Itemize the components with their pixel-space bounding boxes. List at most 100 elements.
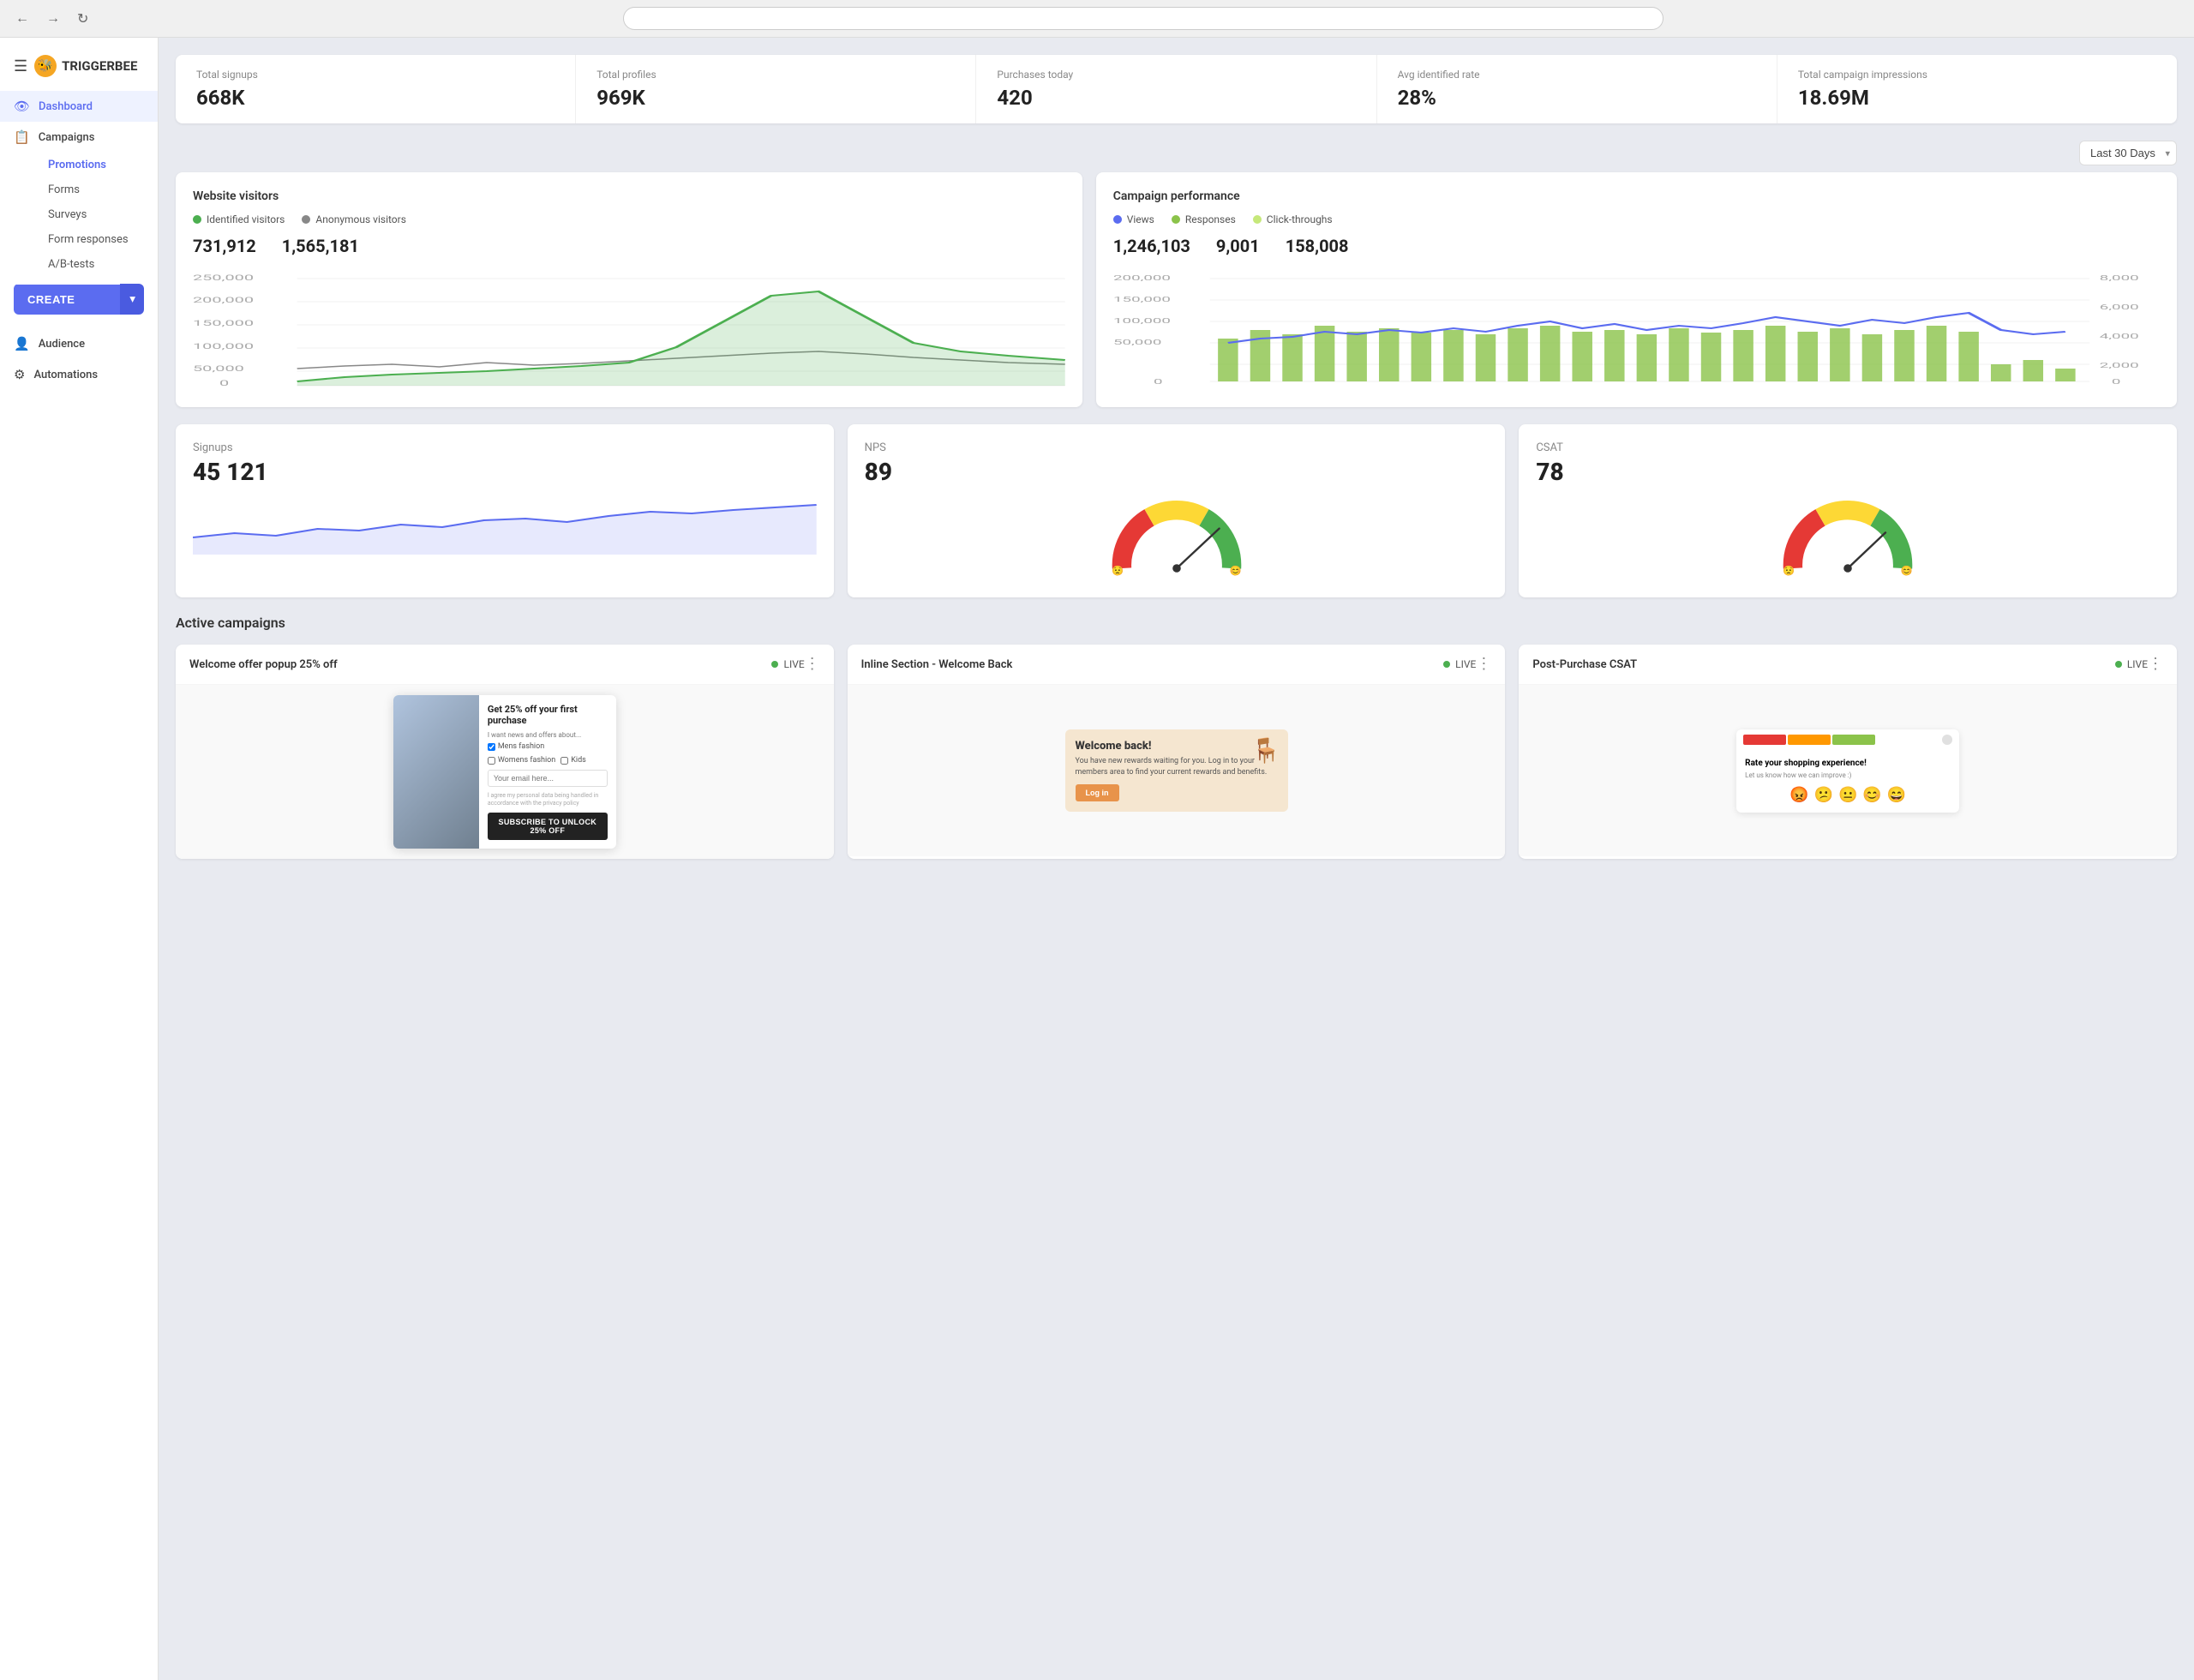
campaign-menu-inline[interactable]: ⋮ [1476, 657, 1491, 672]
views-value: 1,246,103 [1113, 236, 1190, 256]
sidebar-item-campaigns[interactable]: 📋 Campaigns [0, 122, 158, 153]
clickthroughs-value: 158,008 [1286, 236, 1349, 256]
csat-close-button[interactable] [1942, 735, 1952, 745]
inline-mockup: 🪑 Welcome back! You have new rewards wai… [1065, 729, 1288, 812]
metrics-row: Signups 45 121 NPS 89 [176, 424, 2177, 597]
legend-identified-dot [193, 215, 201, 224]
automations-label: Automations [33, 369, 98, 381]
svg-text:0: 0 [2112, 378, 2121, 386]
performance-legend: Views Responses Click-throughs [1113, 213, 2160, 225]
campaigns-icon: 📋 [14, 129, 30, 145]
legend-identified-label: Identified visitors [207, 213, 285, 225]
legend-responses: Responses [1172, 213, 1236, 225]
inline-cta-button[interactable]: Log in [1076, 784, 1119, 801]
campaign-preview-csat: Rate your shopping experience! Let us kn… [1519, 685, 2177, 856]
csat-face-4[interactable]: 😊 [1862, 786, 1881, 804]
audience-label: Audience [39, 338, 85, 351]
svg-text:4,000: 4,000 [2100, 333, 2139, 340]
forward-button[interactable]: → [41, 9, 65, 29]
checkbox-womens[interactable]: Womens fashion [488, 756, 555, 765]
campaign-menu-welcome-popup[interactable]: ⋮ [805, 657, 820, 672]
hamburger-icon[interactable]: ☰ [14, 57, 27, 75]
svg-text:250,000: 250,000 [193, 273, 254, 282]
csat-header-bar [1736, 729, 1959, 750]
svg-text:100,000: 100,000 [193, 342, 254, 351]
svg-text:😟: 😟 [1112, 565, 1124, 576]
browser-chrome: ← → ↻ https://app.triggerbee.com [0, 0, 2194, 38]
popup-image [393, 695, 479, 849]
csat-face-1[interactable]: 😡 [1789, 786, 1808, 804]
popup-checkboxes-2: Womens fashion Kids [488, 756, 608, 765]
url-input[interactable]: https://app.triggerbee.com [623, 7, 1663, 30]
automations-icon: ⚙ [14, 367, 25, 382]
popup-mockup-inner: Get 25% off your first purchase I want n… [393, 695, 616, 849]
sidebar-item-surveys[interactable]: Surveys [34, 202, 158, 227]
signups-metric-card: Signups 45 121 [176, 424, 834, 597]
signups-sparkline [193, 495, 817, 555]
sparkline-svg [193, 495, 817, 555]
checkbox-mens[interactable]: Mens fashion [488, 742, 544, 751]
csat-face-3[interactable]: 😐 [1838, 786, 1857, 804]
sidebar-item-ab-tests[interactable]: A/B-tests [34, 252, 158, 277]
stat-signups-label: Total signups [196, 69, 554, 81]
nps-gauge: 😟 😊 [865, 495, 1489, 580]
popup-cta-button[interactable]: SUBSCRIBE TO UNLOCK 25% OFF [488, 813, 608, 840]
responses-stat: 9,001 [1216, 236, 1260, 256]
sidebar-item-automations[interactable]: ⚙ Automations [0, 359, 158, 390]
create-button[interactable]: CREATE [14, 285, 120, 315]
reload-button[interactable]: ↻ [72, 9, 93, 29]
anonymous-value: 1,565,181 [282, 236, 359, 256]
inline-title: Welcome back! [1076, 740, 1278, 753]
inline-cta-label: Log in [1086, 789, 1109, 797]
svg-text:50,000: 50,000 [193, 364, 244, 373]
date-filter-wrap: Last 30 Days Last 7 Days Last 90 Days Th… [2079, 141, 2177, 165]
svg-text:50,000: 50,000 [1113, 339, 1161, 346]
legend-responses-dot [1172, 215, 1180, 224]
stat-profiles-label: Total profiles [596, 69, 955, 81]
app-container: ☰ 🐝 TRIGGERBEE 👁 Dashboard 📋 Campaigns P… [0, 38, 2194, 1680]
sidebar-item-audience[interactable]: 👤 Audience [0, 328, 158, 359]
live-label-welcome-popup: LIVE [783, 658, 804, 670]
csat-face-2[interactable]: 😕 [1814, 786, 1833, 804]
sidebar-item-dashboard[interactable]: 👁 Dashboard [0, 91, 158, 122]
stat-total-profiles: Total profiles 969K [576, 55, 976, 123]
legend-clickthroughs-dot [1253, 215, 1262, 224]
legend-views-dot [1113, 215, 1122, 224]
popup-email-input[interactable] [488, 770, 608, 787]
furniture-icon: 🪑 [1251, 736, 1281, 765]
ab-tests-label: A/B-tests [48, 258, 94, 271]
campaign-card-inline-welcome: Inline Section - Welcome Back LIVE ⋮ 🪑 W… [848, 645, 1506, 859]
campaign-title-welcome-popup: Welcome offer popup 25% off [189, 658, 771, 671]
legend-clickthroughs: Click-throughs [1253, 213, 1333, 225]
checkbox-kids[interactable]: Kids [560, 756, 586, 765]
stat-identified-label: Avg identified rate [1398, 69, 1756, 81]
sidebar-item-promotions[interactable]: Promotions [34, 153, 158, 177]
stat-identified-value: 28% [1398, 86, 1756, 110]
legend-views: Views [1113, 213, 1154, 225]
audience-icon: 👤 [14, 336, 30, 351]
csat-content: Rate your shopping experience! Let us kn… [1736, 750, 1959, 813]
filter-row: Last 30 Days Last 7 Days Last 90 Days Th… [176, 141, 2177, 165]
visitors-chart-title: Website visitors [193, 189, 1065, 203]
svg-text:100,000: 100,000 [1113, 317, 1171, 325]
sidebar-item-form-responses[interactable]: Form responses [34, 227, 158, 252]
svg-text:6,000: 6,000 [2100, 303, 2139, 311]
visitors-stats: 731,912 1,565,181 [193, 236, 1065, 256]
create-dropdown-button[interactable]: ▾ [120, 284, 144, 315]
forms-label: Forms [48, 183, 80, 196]
csat-face-row: 😡 😕 😐 😊 😄 [1745, 786, 1951, 804]
visitors-svg: 250,000 200,000 150,000 100,000 50,000 0 [193, 270, 1065, 390]
csat-face-5[interactable]: 😄 [1887, 786, 1906, 804]
date-filter-select[interactable]: Last 30 Days Last 7 Days Last 90 Days Th… [2079, 141, 2177, 165]
performance-chart-title: Campaign performance [1113, 189, 2160, 203]
sidebar-item-forms[interactable]: Forms [34, 177, 158, 202]
back-button[interactable]: ← [10, 9, 34, 29]
campaign-menu-csat[interactable]: ⋮ [2148, 657, 2163, 672]
nps-gauge-svg: 😟 😊 [1108, 499, 1245, 576]
popup-cta-label: SUBSCRIBE TO UNLOCK 25% OFF [499, 818, 597, 835]
visitors-legend: Identified visitors Anonymous visitors [193, 213, 1065, 225]
form-responses-label: Form responses [48, 233, 129, 246]
sidebar-dashboard-label: Dashboard [39, 100, 93, 113]
create-button-group: CREATE ▾ [14, 284, 144, 315]
stat-avg-identified: Avg identified rate 28% [1377, 55, 1777, 123]
